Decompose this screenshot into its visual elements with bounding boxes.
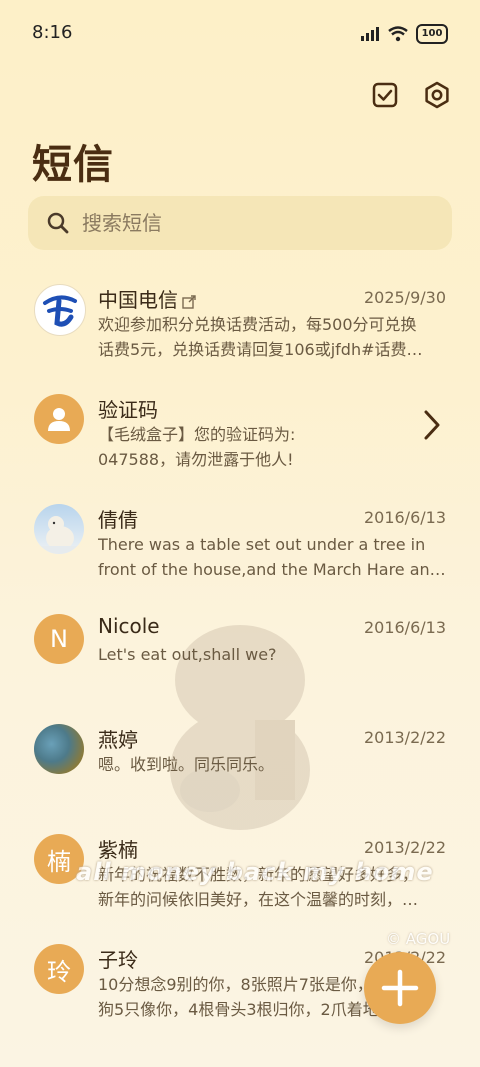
contact-name: Nicole — [98, 614, 160, 638]
message-preview: 欢迎参加积分兑换话费活动，每500分可兑换 话费5元，兑换话费请回复106或jf… — [98, 315, 423, 359]
conversation-item[interactable]: 倩倩 2016/6/13 There was a table set out u… — [0, 490, 480, 600]
page-title: 短信 — [32, 142, 114, 188]
select-checkbox-icon[interactable] — [368, 78, 402, 112]
search-icon — [47, 212, 69, 234]
external-link-icon — [182, 294, 196, 309]
status-bar: 8:16 100 — [0, 0, 480, 66]
wifi-icon — [388, 26, 408, 42]
message-preview: There was a table set out under a tree i… — [98, 535, 446, 579]
contact-name: 中国电信 — [98, 284, 196, 313]
battery-icon: 100 — [416, 24, 448, 44]
person-avatar-icon — [34, 394, 84, 444]
conversation-item[interactable]: N Nicole 2016/6/13 Let's eat out,shall w… — [0, 600, 480, 710]
polar-bear-photo-avatar — [34, 504, 84, 554]
message-preview: 【毛绒盒子】您的验证码为: 047588，请勿泄露于他人! — [98, 425, 296, 469]
landscape-photo-avatar — [34, 724, 84, 774]
conversation-item[interactable]: 验证码 【毛绒盒子】您的验证码为: 047588，请勿泄露于他人! — [0, 380, 480, 490]
search-bar[interactable] — [28, 196, 452, 250]
china-telecom-logo-icon — [34, 284, 86, 336]
new-message-button[interactable] — [364, 952, 436, 1024]
conversation-item[interactable]: 燕婷 2013/2/22 嗯。收到啦。同乐同乐。 — [0, 710, 480, 820]
signal-icon — [361, 27, 379, 41]
contact-name: 子玲 — [98, 948, 138, 972]
plus-icon — [381, 969, 419, 1007]
settings-gear-icon[interactable] — [420, 78, 454, 112]
message-preview: Let's eat out,shall we? — [98, 645, 277, 664]
top-actions — [368, 78, 454, 112]
message-preview: 嗯。收到啦。同乐同乐。 — [98, 755, 275, 774]
conversation-list: 中国电信 2025/9/30 欢迎参加积分兑换话费活动，每500分可兑换 话费5… — [0, 270, 480, 1040]
chevron-right-icon[interactable] — [422, 408, 442, 442]
message-date: 2016/6/13 — [363, 508, 446, 527]
message-date: 2016/6/13 — [363, 618, 446, 637]
message-date: 2025/9/30 — [363, 288, 446, 307]
contact-name: 倩倩 — [98, 508, 138, 532]
letter-avatar: N — [34, 614, 84, 664]
status-time: 8:16 — [32, 22, 73, 43]
contact-name: 验证码 — [98, 398, 158, 422]
search-input[interactable] — [80, 210, 424, 236]
watermark-text: all money back my home — [76, 858, 434, 886]
contact-name: 燕婷 — [98, 728, 138, 752]
conversation-item[interactable]: 中国电信 2025/9/30 欢迎参加积分兑换话费活动，每500分可兑换 话费5… — [0, 270, 480, 380]
message-date: 2013/2/22 — [363, 838, 446, 857]
message-date: 2013/2/22 — [363, 728, 446, 747]
watermark-credit: © AGOU — [386, 930, 451, 948]
letter-avatar: 玲 — [34, 944, 84, 994]
